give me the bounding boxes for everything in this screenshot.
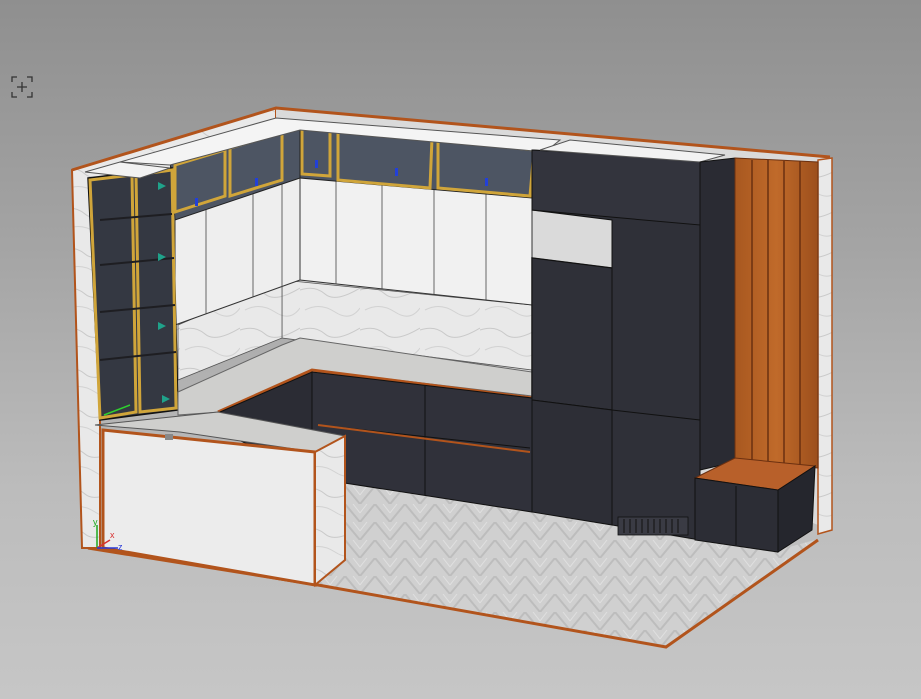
side-tall-panel[interactable]	[699, 157, 736, 471]
tall-cabinet-lower-front[interactable]	[531, 399, 613, 526]
axis-label-z: z	[118, 542, 123, 552]
wood-slat-panel	[734, 157, 819, 469]
tall-glass-display-cabinet[interactable]	[87, 167, 179, 421]
3d-viewport[interactable]: y x z	[0, 0, 921, 699]
axis-label-y: y	[93, 517, 98, 527]
island-front-panel[interactable]	[101, 428, 317, 587]
island-hinge-marker	[165, 434, 173, 440]
kitchen-3d-model[interactable]: y x z	[0, 0, 921, 699]
right-wall-edge	[817, 157, 833, 535]
axis-label-x: x	[110, 530, 115, 540]
island-side-panel[interactable]	[314, 434, 346, 588]
